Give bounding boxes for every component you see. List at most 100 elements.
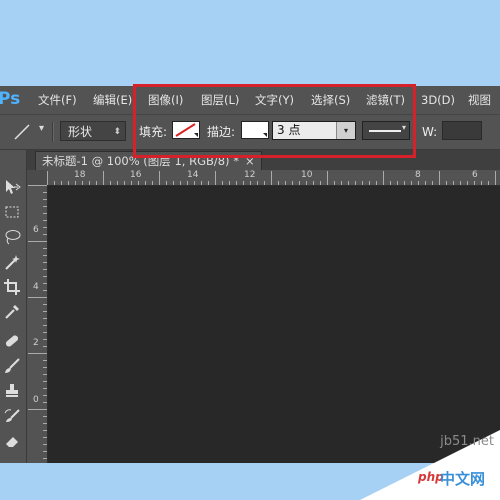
ruler-label: 4: [33, 282, 39, 292]
stroke-label: 描边:: [207, 125, 236, 139]
ruler-tick: [397, 181, 398, 185]
ruler-tick: [250, 181, 251, 185]
options-bar: ▾ 形状 ⬍ 填充: 描边: 3 点 ▾ ▾ W:: [0, 114, 500, 150]
ruler-tick: [264, 181, 265, 185]
ruler-tick: [28, 297, 47, 298]
magic-wand-icon[interactable]: [3, 253, 21, 271]
healing-brush-icon[interactable]: [3, 332, 21, 350]
menu-select[interactable]: 选择(S): [311, 86, 350, 114]
canvas-area[interactable]: [48, 186, 500, 463]
photoshop-window: Ps 文件(F) 编辑(E) 图像(I) 图层(L) 文字(Y) 选择(S) 滤…: [0, 86, 500, 463]
ruler-tick: [43, 276, 47, 277]
history-brush-icon[interactable]: [3, 407, 21, 425]
brush-tool-icon[interactable]: [3, 357, 21, 375]
stroke-type-select[interactable]: ▾: [362, 121, 410, 140]
document-tab[interactable]: 未标题-1 @ 100% (图层 1, RGB/8) * ×: [35, 151, 262, 171]
ruler-tick: [43, 388, 47, 389]
divider: [133, 122, 135, 142]
ruler-tick: [43, 255, 47, 256]
menu-3d[interactable]: 3D(D): [421, 86, 455, 114]
fill-swatch[interactable]: [172, 121, 200, 139]
menu-file[interactable]: 文件(F): [38, 86, 77, 114]
ruler-tick: [383, 171, 384, 185]
ruler-tick: [271, 171, 272, 185]
ruler-tick: [43, 381, 47, 382]
vertical-ruler[interactable]: 6 4 2 0: [27, 185, 48, 463]
ruler-tick: [145, 181, 146, 185]
menu-view[interactable]: 视图: [468, 86, 491, 114]
ruler-tick: [243, 181, 244, 185]
ruler-tick: [54, 181, 55, 185]
horizontal-ruler[interactable]: 18 16 14 12 10 8 6: [47, 170, 500, 186]
ruler-tick: [43, 339, 47, 340]
ruler-tick: [43, 430, 47, 431]
dropdown-corner-icon: [194, 133, 198, 137]
ruler-tick: [28, 241, 47, 242]
chevron-down-icon[interactable]: ▾: [336, 122, 355, 139]
ruler-origin[interactable]: [27, 170, 48, 186]
divider: [414, 122, 416, 142]
clone-stamp-icon[interactable]: [3, 382, 21, 400]
line-tool-icon[interactable]: [12, 122, 32, 142]
ruler-tick: [166, 181, 167, 185]
ruler-tick: [43, 402, 47, 403]
ruler-label: 18: [74, 170, 86, 180]
tool-preset-chevron-icon[interactable]: ▾: [39, 123, 44, 134]
ruler-tick: [43, 192, 47, 193]
eyedropper-icon[interactable]: [3, 303, 21, 321]
ruler-tick: [285, 181, 286, 185]
ruler-tick: [43, 374, 47, 375]
ruler-tick: [313, 181, 314, 185]
watermark: jb51.net php 中文网: [360, 430, 500, 500]
ruler-tick: [43, 423, 47, 424]
marquee-tool-icon[interactable]: [3, 203, 21, 221]
ruler-tick: [187, 181, 188, 185]
ruler-tick: [75, 181, 76, 185]
ruler-tick: [152, 181, 153, 185]
menu-edit[interactable]: 编辑(E): [93, 86, 132, 114]
menu-layer[interactable]: 图层(L): [201, 86, 239, 114]
ruler-tick: [68, 181, 69, 185]
ruler-tick: [43, 269, 47, 270]
ruler-tick: [96, 181, 97, 185]
ruler-tick: [43, 248, 47, 249]
document-tab-bar: 未标题-1 @ 100% (图层 1, RGB/8) * ×: [27, 150, 500, 171]
fill-label: 填充:: [139, 125, 168, 139]
move-tool-icon[interactable]: [3, 178, 21, 196]
ruler-tick: [173, 181, 174, 185]
updown-chevron-icon: ⬍: [113, 127, 121, 137]
eraser-tool-icon[interactable]: [3, 432, 21, 450]
ruler-tick: [43, 332, 47, 333]
divider: [52, 122, 54, 142]
ruler-tick: [215, 171, 216, 185]
width-field[interactable]: [442, 121, 482, 140]
close-icon[interactable]: ×: [245, 154, 255, 168]
ruler-tick: [43, 234, 47, 235]
ruler-tick: [43, 360, 47, 361]
ruler-tick: [43, 444, 47, 445]
ruler-tick: [411, 181, 412, 185]
stroke-width-input[interactable]: 3 点 ▾: [272, 121, 356, 140]
mode-select[interactable]: 形状 ⬍: [60, 121, 126, 141]
ruler-label: 6: [472, 170, 478, 180]
ruler-tick: [180, 181, 181, 185]
ruler-tick: [110, 181, 111, 185]
ruler-tick: [355, 181, 356, 185]
lasso-tool-icon[interactable]: [3, 228, 21, 246]
menu-type[interactable]: 文字(Y): [255, 86, 294, 114]
ruler-tick: [474, 181, 475, 185]
ruler-label: 8: [415, 170, 421, 180]
ruler-tick: [117, 181, 118, 185]
ruler-tick: [418, 181, 419, 185]
ruler-tick: [159, 171, 160, 185]
menu-filter[interactable]: 滤镜(T): [366, 86, 405, 114]
crop-tool-icon[interactable]: [3, 278, 21, 296]
stroke-swatch[interactable]: [241, 121, 269, 139]
ruler-tick: [138, 181, 139, 185]
ruler-tick: [61, 181, 62, 185]
ruler-label: 10: [301, 170, 313, 180]
ruler-tick: [28, 353, 47, 354]
menu-image[interactable]: 图像(I): [148, 86, 183, 114]
menu-bar: Ps 文件(F) 编辑(E) 图像(I) 图层(L) 文字(Y) 选择(S) 滤…: [0, 86, 500, 114]
ruler-tick: [432, 181, 433, 185]
